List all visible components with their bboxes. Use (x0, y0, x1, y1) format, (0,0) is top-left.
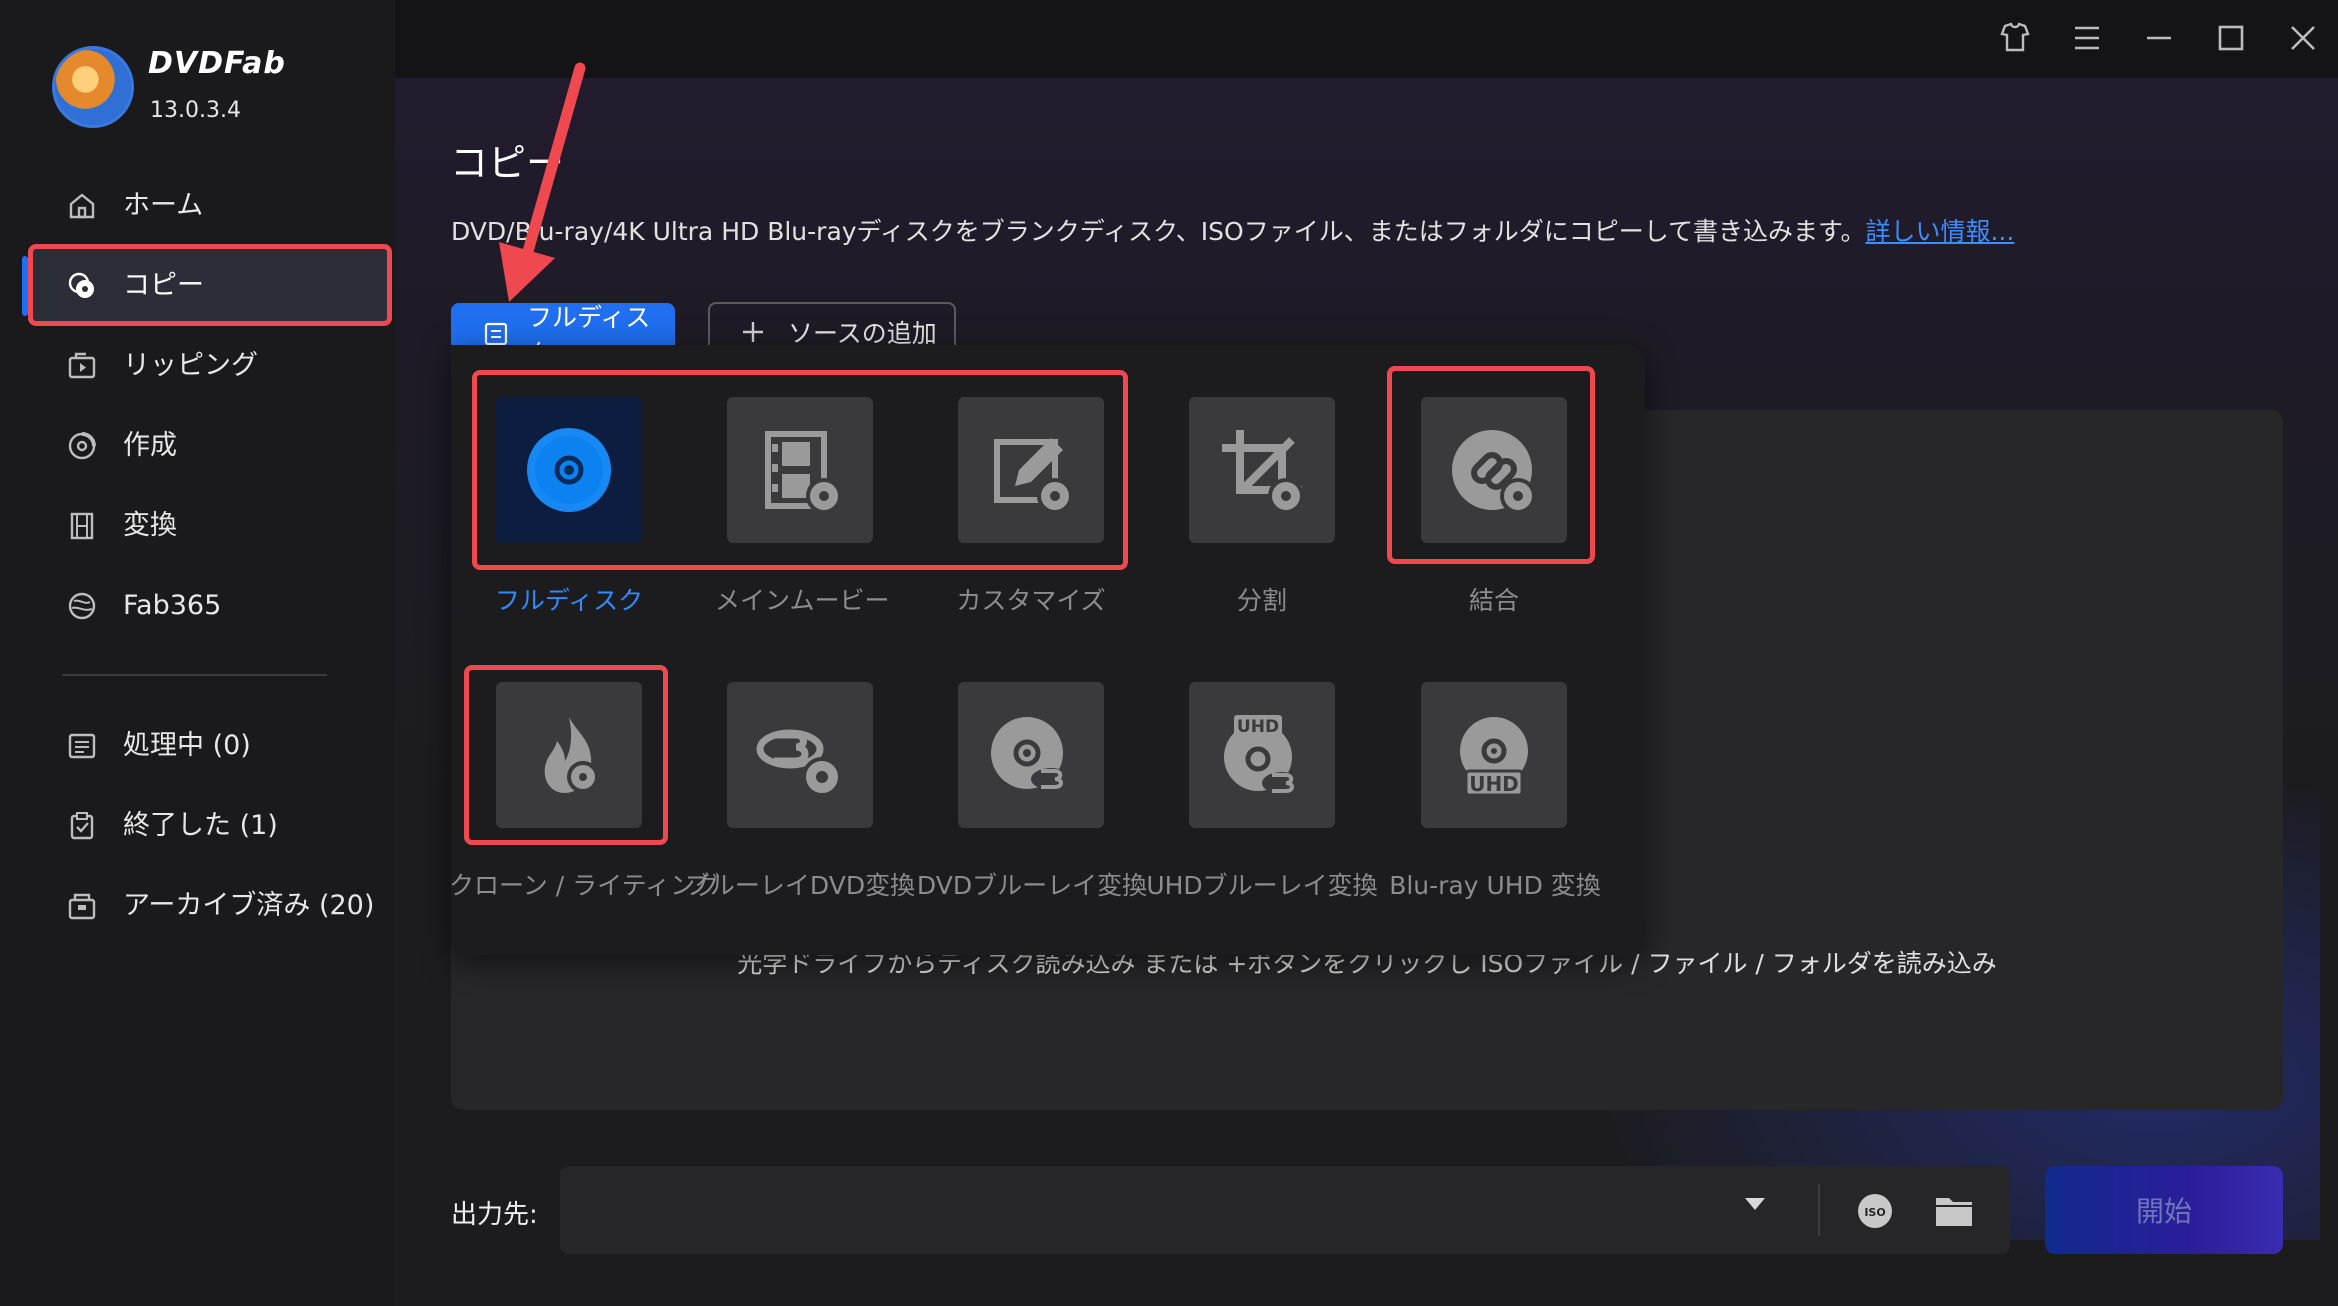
uhd-to-bluray-icon: UHD (1224, 715, 1302, 794)
sidebar-item-label: アーカイブ済み (20) (123, 890, 375, 921)
mode-label-bluray-to-dvd: ブルーレイDVD変換 (684, 871, 916, 900)
bluray-to-dvd-icon (756, 729, 842, 797)
home-icon (69, 193, 95, 219)
copy-highlight-box (28, 244, 392, 326)
mode-tile-uhd-to-bluray[interactable]: UHD (1189, 682, 1335, 828)
mode-label-customize: カスタマイズ (956, 586, 1106, 615)
mode-label-split: 分割 (1236, 586, 1287, 615)
merge-icon (1452, 430, 1536, 514)
creator-icon (68, 432, 96, 460)
mode-tile-main-movie[interactable] (727, 397, 873, 543)
maximize-icon[interactable] (2209, 16, 2253, 60)
sidebar-item-archived[interactable]: アーカイブ済み (20) (30, 868, 390, 944)
uhd-badge-text: UHD (1237, 717, 1279, 737)
mode-tile-merge[interactable] (1421, 397, 1567, 543)
sidebar: DVDFab 13.0.3.4 ホーム コピー リッピング 作成 変換 Fab3… (0, 0, 395, 1306)
mode-label-merge: 結合 (1468, 586, 1519, 615)
chevron-down-icon[interactable] (1745, 1198, 1765, 1210)
bluray-to-uhd-icon: UHD (1460, 717, 1528, 797)
sidebar-item-label: 作成 (123, 430, 177, 461)
sidebar-item-creator[interactable]: 作成 (30, 408, 390, 484)
ripper-icon (68, 352, 96, 379)
iso-icon-text: ISO (1864, 1206, 1885, 1219)
sidebar-item-label: 終了した (1) (123, 810, 278, 841)
sidebar-item-label: ホーム (123, 190, 204, 221)
mode-label-main-movie: メインムービー (715, 586, 890, 615)
copy-mode-panel: フルディスク メインムービー カスタマイズ 分割 結合 クローン / ライティン… (449, 345, 1645, 955)
mode-tile-dvd-to-bluray[interactable] (958, 682, 1104, 828)
sidebar-item-ripper[interactable]: リッピング (30, 328, 390, 404)
sidebar-item-home[interactable]: ホーム (30, 168, 390, 244)
start-button[interactable]: 開始 (2045, 1166, 2283, 1254)
app-version: 13.0.3.4 (150, 98, 241, 123)
mode-tile-clone-burn[interactable] (496, 682, 642, 828)
sidebar-item-label: Fab365 (123, 590, 222, 621)
split-icon (1222, 430, 1304, 514)
mode-tile-full-disc[interactable] (496, 397, 642, 543)
output-label: 出力先: (451, 1200, 538, 1230)
title-bar (395, 0, 2338, 78)
sidebar-item-label: 変換 (123, 510, 177, 541)
sidebar-divider (62, 674, 327, 676)
full-disc-icon (527, 428, 611, 512)
mode-label-full-disc: フルディスク (494, 586, 644, 615)
sidebar-item-fab365[interactable]: Fab365 (30, 568, 390, 644)
menu-icon[interactable] (2065, 16, 2109, 60)
clone-burn-icon (544, 717, 599, 793)
app-logo (52, 46, 134, 128)
main-movie-icon (765, 431, 842, 514)
mode-list-icon (484, 322, 508, 346)
mode-label-uhd-to-bluray: UHDブルーレイ変換 (1146, 871, 1378, 900)
description-text: DVD/Blu-ray/4K Ultra HD Blu-rayディスクをブランク… (451, 217, 1866, 246)
archive-box-icon (68, 893, 96, 920)
sidebar-item-finished[interactable]: 終了した (1) (30, 788, 390, 864)
sidebar-item-processing[interactable]: 処理中 (0) (30, 708, 390, 784)
uhd-badge-text: UHD (1469, 772, 1519, 796)
minimize-icon[interactable] (2137, 16, 2181, 60)
folder-icon[interactable] (1934, 1192, 1974, 1228)
sidebar-item-label: 処理中 (0) (123, 730, 251, 761)
mode-tile-bluray-to-dvd[interactable] (727, 682, 873, 828)
close-icon[interactable] (2281, 16, 2325, 60)
clipboard-check-icon (70, 812, 94, 840)
dvd-to-bluray-icon (991, 717, 1071, 790)
mode-tile-customize[interactable] (958, 397, 1104, 543)
mode-tile-bluray-to-uhd[interactable]: UHD (1421, 682, 1567, 828)
page-title: コピー (450, 141, 565, 185)
sidebar-item-label: リッピング (123, 350, 258, 381)
fab365-icon (68, 592, 96, 620)
plus-icon (743, 322, 763, 342)
mode-label-dvd-to-bluray: DVDブルーレイ変換 (916, 871, 1148, 900)
iso-icon[interactable]: ISO (1856, 1192, 1894, 1230)
brand-name: DVDFab (148, 46, 286, 81)
output-separator (1818, 1184, 1820, 1236)
mode-label-bluray-to-uhd: Blu-ray UHD 変換 (1389, 871, 1601, 900)
task-list-icon (68, 733, 96, 759)
output-destination-select[interactable] (560, 1166, 2010, 1254)
more-info-link[interactable]: 詳しい情報... (1865, 217, 2014, 246)
tshirt-skin-icon[interactable] (1993, 16, 2037, 60)
sidebar-item-converter[interactable]: 変換 (30, 488, 390, 564)
film-icon (70, 512, 94, 540)
customize-icon (994, 438, 1073, 514)
page-description: DVD/Blu-ray/4K Ultra HD Blu-rayディスクをブランク… (451, 212, 2014, 248)
mode-label-clone-burn: クローン / ライティング (449, 871, 721, 900)
mode-tile-split[interactable] (1189, 397, 1335, 543)
